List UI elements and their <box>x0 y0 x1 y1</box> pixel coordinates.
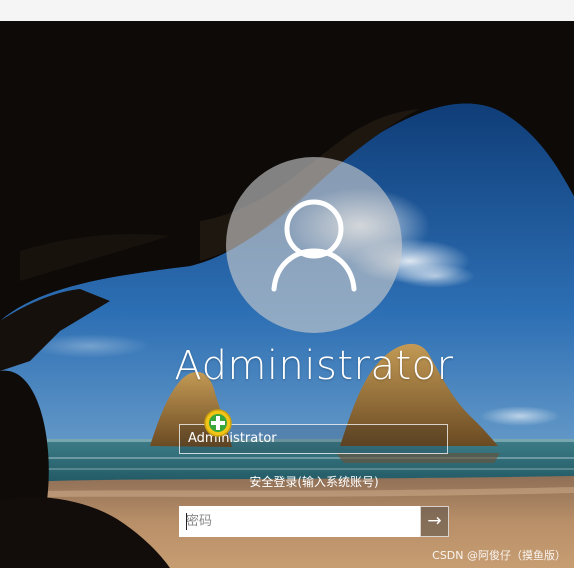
arrow-right-icon: → <box>427 511 442 531</box>
user-avatar <box>226 157 402 333</box>
user-silhouette-icon <box>271 199 357 292</box>
user-name-title: Administrator <box>174 343 454 389</box>
green-plus-shield-icon <box>203 408 233 438</box>
text-caret <box>186 513 187 530</box>
submit-button[interactable]: → <box>420 506 449 537</box>
watermark-text: CSDN @阿俊仔（摸鱼版） <box>432 549 566 562</box>
secure-login-link[interactable]: 安全登录(输入系统账号) <box>150 473 478 490</box>
lock-screen: Administrator Administrator 安全登录(输入系统账号)… <box>0 0 574 568</box>
password-input[interactable] <box>179 506 420 537</box>
window-top-strip <box>0 0 574 21</box>
